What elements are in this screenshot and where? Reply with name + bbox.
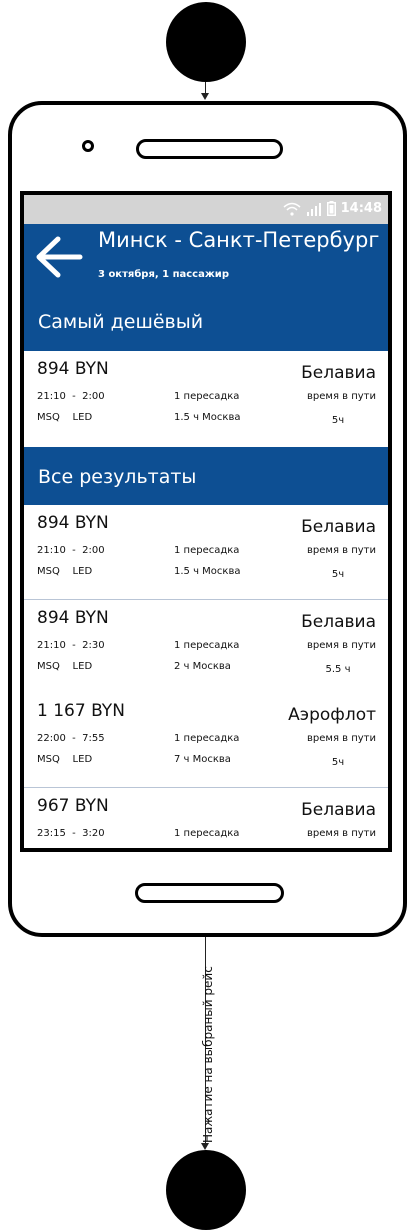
flight-times: 21:10 - 2:00	[37, 391, 105, 402]
status-time: 14:48	[340, 201, 382, 216]
transition-label: Нажатие на выбраный рейс	[201, 966, 215, 1143]
battery-icon	[326, 201, 336, 216]
flight-times: 22:00 - 7:55	[37, 733, 105, 744]
home-button[interactable]	[135, 883, 284, 903]
flight-stops: 1 пересадка	[174, 828, 240, 839]
flight-layover: 1.5 ч Москва	[174, 566, 241, 577]
route-title: Минск - Санкт-Петербург	[98, 228, 380, 252]
back-arrow-icon[interactable]	[34, 235, 84, 279]
end-node	[166, 1150, 246, 1230]
flight-price: 894 BYN	[37, 608, 109, 628]
flight-stops: 1 пересадка	[174, 733, 240, 744]
flight-duration-label: время в пути	[307, 391, 376, 402]
flight-duration: 5.5 ч	[325, 664, 351, 675]
flight-card-4[interactable]: 967 BYN Белавиа 23:15 - 3:20 1 пересадка…	[24, 787, 388, 848]
flight-airline: Белавиа	[301, 363, 376, 383]
transition-arrowhead	[201, 1143, 209, 1150]
signal-icon	[306, 202, 321, 216]
cheapest-section-title: Самый дешёвый	[38, 311, 204, 333]
flight-airport-codes: MSQ LED	[37, 412, 93, 423]
flight-price: 894 BYN	[37, 513, 109, 533]
wifi-icon	[283, 202, 301, 216]
flight-card-2[interactable]: 894 BYN Белавиа 21:10 - 2:30 MSQ LED 1 п…	[24, 599, 388, 694]
flight-card-cheapest[interactable]: 894 BYN Белавиа 21:10 - 2:00 MSQ LED 1 п…	[24, 351, 388, 447]
flight-layover: 1.5 ч Москва	[174, 412, 241, 423]
flight-price: 967 BYN	[37, 796, 109, 816]
flight-duration: 5ч	[331, 757, 345, 768]
flight-duration-label: время в пути	[307, 828, 376, 839]
status-bar: 14:48	[24, 195, 388, 224]
flight-duration-label: время в пути	[307, 545, 376, 556]
flight-duration: 5ч	[331, 415, 345, 426]
flight-layover: 7 ч Москва	[174, 754, 231, 765]
start-arrowhead	[201, 93, 209, 100]
all-results-section-title: Все результаты	[38, 466, 197, 488]
flight-airport-codes: MSQ LED	[37, 661, 93, 672]
flight-duration-label: время в пути	[307, 640, 376, 651]
flight-times: 23:15 - 3:20	[37, 828, 105, 839]
flight-duration-label: время в пути	[307, 733, 376, 744]
flight-duration: 5ч	[331, 569, 345, 580]
route-subtitle: 3 октября, 1 пассажир	[98, 269, 229, 280]
flight-stops: 1 пересадка	[174, 640, 240, 651]
flight-airport-codes: MSQ LED	[37, 566, 93, 577]
flight-card-3[interactable]: 1 167 BYN Аэрофлот 22:00 - 7:55 MSQ LED …	[24, 693, 388, 787]
top-speaker	[136, 139, 283, 159]
flight-airline: Белавиа	[301, 517, 376, 537]
flight-stops: 1 пересадка	[174, 545, 240, 556]
phone-screen: 14:48 Минск - Санкт-Петербург 3 октября,…	[20, 191, 392, 852]
app-header: Минск - Санкт-Петербург 3 октября, 1 пас…	[24, 224, 388, 292]
flight-airline: Белавиа	[301, 800, 376, 820]
flight-times: 21:10 - 2:30	[37, 640, 105, 651]
flight-times: 21:10 - 2:00	[37, 545, 105, 556]
flight-price: 1 167 BYN	[37, 701, 125, 721]
flight-layover: 2 ч Москва	[174, 661, 231, 672]
cheapest-section-header: Самый дешёвый	[24, 292, 388, 351]
flight-card-1[interactable]: 894 BYN Белавиа 21:10 - 2:00 MSQ LED 1 п…	[24, 505, 388, 599]
flight-price: 894 BYN	[37, 359, 109, 379]
flight-airport-codes: MSQ LED	[37, 754, 93, 765]
flight-stops: 1 пересадка	[174, 391, 240, 402]
all-results-section-header: Все результаты	[24, 447, 388, 505]
flight-airline: Аэрофлот	[288, 705, 376, 725]
camera-icon	[82, 140, 94, 152]
flight-airline: Белавиа	[301, 612, 376, 632]
start-node	[166, 2, 246, 82]
